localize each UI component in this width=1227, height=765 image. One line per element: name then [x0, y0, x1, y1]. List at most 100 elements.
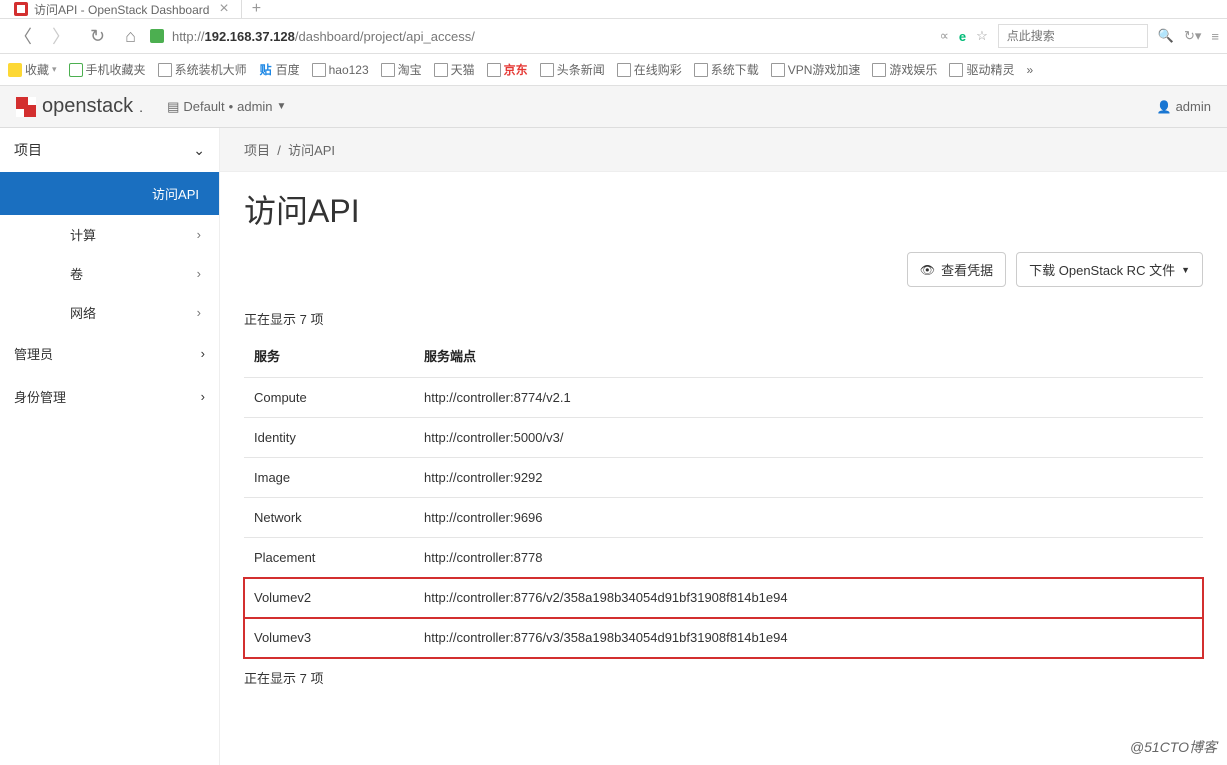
chevron-down-icon: ▼: [1181, 265, 1190, 275]
bookmark-item[interactable]: 京东: [483, 58, 532, 81]
tab-title: 访问API - OpenStack Dashboard: [34, 1, 209, 18]
table-counter-bottom: 正在显示 7 项: [220, 658, 1227, 697]
bookmark-item[interactable]: 天猫: [430, 58, 479, 81]
url-text: http://192.168.37.128/dashboard/project/…: [172, 29, 475, 44]
cell-service: Compute: [244, 378, 414, 418]
bookmark-item[interactable]: 驱动精灵: [945, 58, 1018, 81]
sidebar: 项目 ⌄ 访问API 计算 › 卷 › 网络 › 管理员 › 身份管理 ›: [0, 128, 220, 765]
cell-service: Volumev2: [244, 578, 414, 618]
table-row: Imagehttp://controller:9292: [244, 458, 1203, 498]
bookmark-item[interactable]: 贴百度: [255, 58, 304, 81]
shield-icon: [150, 29, 164, 43]
close-icon[interactable]: ×: [219, 0, 228, 18]
chevron-right-icon: ›: [201, 389, 205, 404]
crumb-project[interactable]: 项目: [244, 143, 270, 158]
endpoints-table: 服务 服务端点 Computehttp://controller:8774/v2…: [244, 334, 1203, 658]
page-icon: [617, 63, 631, 77]
chevron-right-icon: ›: [197, 305, 201, 320]
cell-service: Identity: [244, 418, 414, 458]
compat-icon[interactable]: e: [959, 29, 966, 44]
chevron-right-icon: ›: [197, 227, 201, 242]
user-icon: [1157, 99, 1172, 114]
bookmark-item[interactable]: 游戏娱乐: [868, 58, 941, 81]
baidu-icon: 贴: [259, 63, 273, 77]
cell-endpoint: http://controller:8778: [414, 538, 1203, 578]
new-tab-button[interactable]: +: [242, 0, 271, 18]
chevron-down-icon: ⌄: [193, 142, 205, 159]
mobile-icon: [69, 63, 83, 77]
cell-endpoint: http://controller:9292: [414, 458, 1203, 498]
bookmark-item[interactable]: 淘宝: [377, 58, 426, 81]
bookmark-item[interactable]: 头条新闻: [536, 58, 609, 81]
table-row: Volumev2http://controller:8776/v2/358a19…: [244, 578, 1203, 618]
cell-endpoint: http://controller:9696: [414, 498, 1203, 538]
th-service: 服务: [244, 334, 414, 378]
sidebar-item-api-access[interactable]: 访问API: [0, 172, 219, 215]
page-icon: [872, 63, 886, 77]
sidebar-item-volume[interactable]: 卷 ›: [0, 254, 219, 293]
user-menu[interactable]: admin: [1157, 99, 1211, 114]
eye-icon: [920, 262, 935, 277]
page-icon: [771, 63, 785, 77]
sidebar-item-compute[interactable]: 计算 ›: [0, 215, 219, 254]
project-icon: ▤: [167, 99, 179, 115]
cell-endpoint: http://controller:8776/v2/358a198b34054d…: [414, 578, 1203, 618]
cell-service: Image: [244, 458, 414, 498]
brand-mark-icon: [16, 97, 36, 117]
url-field[interactable]: http://192.168.37.128/dashboard/project/…: [150, 23, 932, 49]
chevron-right-icon: ›: [201, 346, 205, 361]
share-icon[interactable]: ∝: [940, 28, 949, 44]
table-row: Networkhttp://controller:9696: [244, 498, 1203, 538]
download-rc-button[interactable]: 下载 OpenStack RC 文件 ▼: [1016, 252, 1203, 287]
refresh-dropdown-icon[interactable]: ↻▾: [1184, 28, 1201, 44]
page-icon: [312, 63, 326, 77]
sidebar-group-project[interactable]: 项目 ⌄: [0, 128, 219, 172]
cell-service: Placement: [244, 538, 414, 578]
fav-icon[interactable]: ☆: [976, 28, 988, 44]
search-input[interactable]: [998, 24, 1148, 48]
page-icon: [381, 63, 395, 77]
address-bar: 〈 〉 ↻ ⌂ http://192.168.37.128/dashboard/…: [0, 18, 1227, 54]
browser-tab[interactable]: 访问API - OpenStack Dashboard ×: [6, 0, 242, 18]
sidebar-group-identity[interactable]: 身份管理 ›: [0, 375, 219, 418]
bookmark-item[interactable]: 系统下载: [690, 58, 763, 81]
home-button[interactable]: ⌂: [119, 24, 142, 49]
watermark: @51CTO博客: [1130, 737, 1217, 757]
bookmark-item[interactable]: VPN游戏加速: [767, 58, 865, 81]
sidebar-group-admin[interactable]: 管理员 ›: [0, 332, 219, 375]
menu-icon[interactable]: ≡: [1211, 29, 1219, 44]
project-selector[interactable]: ▤ Default • admin ▼: [167, 99, 286, 115]
tab-favicon: [14, 2, 28, 16]
bookmark-item[interactable]: hao123: [308, 60, 373, 80]
browser-tab-bar: 访问API - OpenStack Dashboard × +: [0, 0, 1227, 18]
bookmark-mobile[interactable]: 手机收藏夹: [65, 58, 150, 81]
crumb-current: 访问API: [288, 143, 335, 158]
bookmark-item[interactable]: 系统装机大师: [154, 58, 251, 81]
brand-logo[interactable]: openstack.: [16, 95, 143, 118]
table-row: Computehttp://controller:8774/v2.1: [244, 378, 1203, 418]
view-credentials-button[interactable]: 查看凭据: [907, 252, 1006, 287]
bookmark-fav[interactable]: 收藏▾: [4, 58, 61, 81]
addr-right-controls: ∝ e ☆ 🔍 ↻▾ ≡: [940, 24, 1219, 48]
page-title: 访问API: [220, 172, 1227, 252]
back-button[interactable]: 〈: [8, 21, 38, 51]
reload-button[interactable]: ↻: [84, 24, 111, 49]
forward-button[interactable]: 〉: [46, 21, 76, 51]
page-icon: [434, 63, 448, 77]
main-content: 项目 / 访问API 访问API 查看凭据 下载 OpenStack RC 文件…: [220, 128, 1227, 765]
action-bar: 查看凭据 下载 OpenStack RC 文件 ▼: [220, 252, 1227, 303]
cell-endpoint: http://controller:5000/v3/: [414, 418, 1203, 458]
search-icon[interactable]: 🔍: [1158, 28, 1174, 44]
openstack-topbar: openstack. ▤ Default • admin ▼ admin: [0, 86, 1227, 128]
cell-endpoint: http://controller:8776/v3/358a198b34054d…: [414, 618, 1203, 658]
dashboard-body: 项目 ⌄ 访问API 计算 › 卷 › 网络 › 管理员 › 身份管理 › 项目: [0, 128, 1227, 765]
brand-text: openstack: [42, 95, 133, 118]
table-row: Identityhttp://controller:5000/v3/: [244, 418, 1203, 458]
bookmark-more[interactable]: »: [1022, 60, 1037, 80]
cell-endpoint: http://controller:8774/v2.1: [414, 378, 1203, 418]
bookmark-item[interactable]: 在线购彩: [613, 58, 686, 81]
table-row: Volumev3http://controller:8776/v3/358a19…: [244, 618, 1203, 658]
cell-service: Network: [244, 498, 414, 538]
page-icon: [540, 63, 554, 77]
sidebar-item-network[interactable]: 网络 ›: [0, 293, 219, 332]
